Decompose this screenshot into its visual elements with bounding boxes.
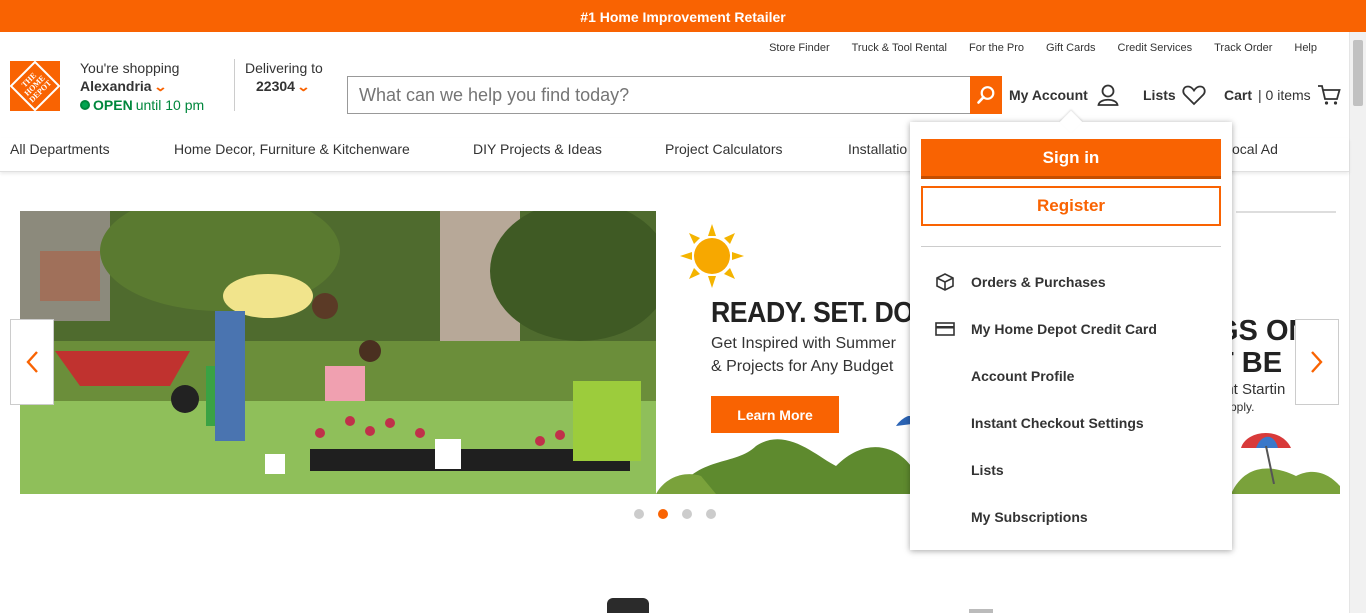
store-hours: until 10 pm (135, 97, 205, 113)
menu-lists[interactable]: Lists (971, 462, 1004, 478)
hero-headline: READY. SET. DO. (711, 297, 921, 329)
utility-link-truck-tool-rental[interactable]: Truck & Tool Rental (852, 42, 947, 54)
heart-icon (1182, 85, 1206, 106)
box-icon (936, 273, 954, 291)
store-status-text: OPEN (93, 97, 133, 113)
hero-subline-1: Get Inspired with Summer (711, 335, 896, 352)
utility-link-for-the-pro[interactable]: For the Pro (969, 42, 1024, 54)
logo-mark: THE HOME DEPOT (9, 60, 61, 112)
carousel-next-button[interactable] (1295, 319, 1339, 405)
utility-nav: Store Finder Truck & Tool Rental For the… (769, 42, 1317, 54)
nav-installation-services[interactable]: Installatio (848, 141, 907, 157)
sign-in-button[interactable]: Sign in (921, 139, 1221, 179)
sun-icon (680, 224, 744, 288)
nav-project-calculators[interactable]: Project Calculators (665, 141, 783, 157)
chevron-right-icon (1311, 351, 1323, 373)
scrollbar-thumb[interactable] (1353, 40, 1363, 106)
search-input[interactable] (347, 76, 971, 114)
hero-subline-2: & Projects for Any Budget (711, 358, 894, 375)
product-thumbnail[interactable] (607, 598, 649, 613)
nav-diy-projects[interactable]: DIY Projects & Ideas (473, 141, 602, 157)
hero-partial-sub-2: pply. (1230, 400, 1255, 414)
header-divider (234, 59, 235, 111)
scrollbar[interactable] (1349, 32, 1366, 613)
credit-card-icon (935, 322, 955, 336)
cart-icon (1317, 85, 1341, 105)
hero-image-gardening[interactable] (20, 211, 656, 494)
menu-account-profile[interactable]: Account Profile (971, 368, 1074, 384)
cart-button[interactable]: Cart | 0 items (1224, 84, 1341, 106)
lists-button[interactable]: Lists (1143, 84, 1206, 106)
menu-credit-card[interactable]: My Home Depot Credit Card (971, 321, 1157, 337)
store-city: Alexandria (80, 78, 152, 94)
logo-text: THE HOME DEPOT (19, 70, 54, 105)
carousel-dot-2[interactable] (658, 509, 668, 519)
store-status: OPEN until 10 pm (80, 96, 204, 114)
beach-umbrella-icon (1241, 432, 1291, 484)
lists-label: Lists (1143, 87, 1176, 103)
cart-count: | 0 items (1258, 87, 1311, 103)
carousel-dots (634, 509, 716, 519)
product-thumbnail[interactable] (969, 609, 993, 613)
cart-label: Cart (1224, 87, 1253, 103)
carousel-dot-3[interactable] (682, 509, 692, 519)
nav-local-ad[interactable]: ocal Ad (1232, 141, 1278, 157)
chevron-down-icon: ⌄ (152, 79, 168, 94)
my-account-label: My Account (1009, 87, 1088, 103)
nav-all-departments[interactable]: All Departments (10, 141, 110, 157)
carousel-dot-4[interactable] (706, 509, 716, 519)
store-label: You're shopping (80, 60, 180, 76)
utility-link-track-order[interactable]: Track Order (1214, 42, 1272, 54)
user-icon (1097, 84, 1119, 106)
chevron-down-icon: ⌄ (296, 79, 311, 94)
utility-link-store-finder[interactable]: Store Finder (769, 42, 830, 54)
search-icon (977, 86, 995, 104)
account-dropdown: Sign in Register Orders & Purchases My H… (910, 110, 1232, 550)
utility-link-gift-cards[interactable]: Gift Cards (1046, 42, 1096, 54)
my-account-button[interactable]: My Account (1009, 84, 1119, 106)
search-button[interactable] (970, 76, 1002, 114)
carousel-prev-button[interactable] (10, 319, 54, 405)
register-button[interactable]: Register (921, 186, 1221, 226)
store-selector[interactable]: You're shopping Alexandria⌄ OPEN until 10… (80, 59, 204, 114)
promo-banner[interactable]: #1 Home Improvement Retailer (0, 0, 1366, 32)
home-depot-logo[interactable]: THE HOME DEPOT (9, 60, 61, 112)
utility-link-help[interactable]: Help (1294, 42, 1317, 54)
delivery-label: Delivering to (245, 60, 323, 76)
carousel-dot-1[interactable] (634, 509, 644, 519)
delivery-zip-selector[interactable]: Delivering to 22304⌄ (245, 59, 323, 96)
hero-gardening-illustration (20, 211, 656, 494)
delivery-zip: 22304 (256, 78, 295, 94)
nav-home-decor[interactable]: Home Decor, Furniture & Kitchenware (174, 141, 410, 157)
utility-link-credit-services[interactable]: Credit Services (1118, 42, 1193, 54)
menu-orders-purchases[interactable]: Orders & Purchases (971, 274, 1106, 290)
dropdown-divider (921, 246, 1221, 247)
menu-subscriptions[interactable]: My Subscriptions (971, 509, 1088, 525)
chevron-left-icon (26, 351, 38, 373)
hero-divider-line (1236, 211, 1336, 213)
menu-instant-checkout[interactable]: Instant Checkout Settings (971, 415, 1144, 431)
promo-text: #1 Home Improvement Retailer (580, 9, 786, 25)
open-status-icon (80, 100, 90, 110)
